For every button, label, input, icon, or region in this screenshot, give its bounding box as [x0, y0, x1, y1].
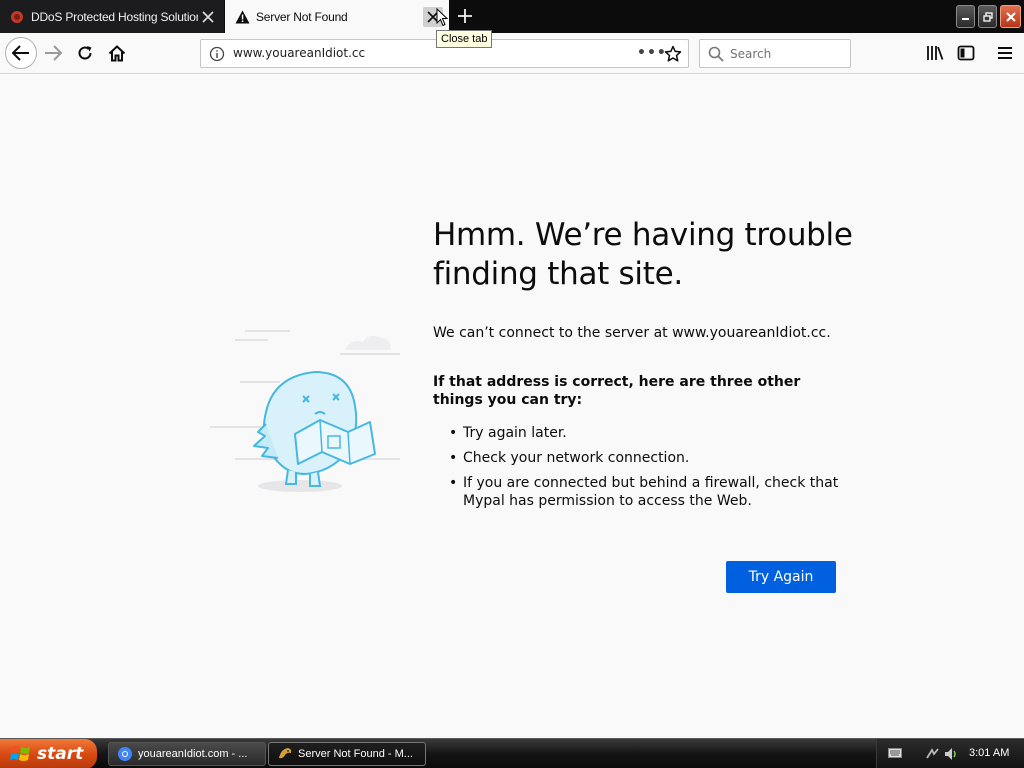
minimize-icon [962, 18, 969, 20]
clock: 3:01 AM [969, 747, 1010, 759]
reload-button[interactable] [70, 38, 100, 68]
close-icon [1005, 11, 1016, 22]
error-hint: If that address is correct, here are thr… [433, 374, 801, 408]
sidebar-button[interactable] [951, 38, 981, 68]
taskbar: start youareanIdiot.com - ... Server Not… [0, 738, 1024, 768]
hamburger-menu-icon [998, 47, 1012, 59]
close-tab-tooltip: Close tab [436, 30, 493, 48]
search-bar[interactable] [699, 39, 851, 68]
taskbar-item-chrome[interactable]: youareanIdiot.com - ... [108, 742, 266, 766]
taskbar-item-label: youareanIdiot.com - ... [138, 748, 248, 760]
sidebar-icon [957, 45, 975, 61]
list-item: If you are connected but behind a firewa… [449, 474, 839, 510]
plus-icon [458, 9, 472, 23]
shield-icon [9, 9, 25, 25]
network-icon[interactable] [925, 746, 941, 762]
chrome-icon [118, 747, 132, 761]
start-label: start [37, 744, 84, 764]
arrow-right-icon [45, 45, 62, 61]
suggestion-list: Try again later. Check your network conn… [449, 424, 839, 517]
home-icon [108, 44, 126, 61]
mypal-icon [279, 748, 292, 759]
start-button[interactable]: start [0, 739, 97, 768]
url-text[interactable]: www.youareanIdiot.cc [233, 46, 365, 60]
list-item: Check your network connection. [449, 449, 839, 467]
page-actions-icon[interactable]: ••• [637, 42, 666, 66]
back-button[interactable] [5, 37, 37, 69]
error-title: Hmm. We’re having trouble finding that s… [433, 217, 853, 292]
search-input[interactable] [730, 45, 840, 63]
system-tray: 3:01 AM [876, 739, 1024, 768]
info-icon[interactable] [209, 46, 225, 62]
tab-server-not-found[interactable]: Server Not Found [225, 0, 449, 33]
library-icon [927, 46, 944, 60]
minimize-button[interactable] [956, 5, 975, 28]
tab-strip: DDoS Protected Hosting Solutions Server … [0, 0, 1024, 33]
close-window-button[interactable] [1000, 5, 1021, 28]
tab-title: Server Not Found [256, 9, 348, 24]
mouse-cursor-icon [436, 8, 448, 27]
tab-title: DDoS Protected Hosting Solutions [31, 9, 198, 24]
restore-button[interactable] [978, 5, 997, 28]
library-button[interactable] [920, 38, 950, 68]
taskbar-item-mypal[interactable]: Server Not Found - M... [268, 742, 426, 766]
dinosaur-map-illustration [210, 330, 400, 492]
tab-ddos-hosting[interactable]: DDoS Protected Hosting Solutions [0, 0, 224, 33]
keyboard-icon[interactable] [888, 747, 902, 759]
error-description: We can’t connect to the server at www.yo… [433, 325, 831, 341]
taskbar-item-label: Server Not Found - M... [298, 748, 413, 760]
reload-icon [78, 46, 92, 60]
bookmark-star-icon[interactable] [664, 45, 682, 63]
home-button[interactable] [102, 38, 132, 68]
arrow-left-icon [12, 45, 29, 61]
error-page: Hmm. We’re having trouble finding that s… [0, 74, 1024, 738]
volume-icon[interactable] [943, 746, 959, 762]
menu-button[interactable] [990, 38, 1020, 68]
windows-logo-icon [10, 746, 30, 761]
navigation-toolbar: www.youareanIdiot.cc ••• [0, 33, 1024, 74]
warning-icon [234, 9, 250, 25]
restore-icon [982, 11, 993, 22]
new-tab-button[interactable] [453, 5, 477, 27]
close-tab-icon[interactable] [198, 7, 218, 27]
list-item: Try again later. [449, 424, 839, 442]
try-again-button[interactable]: Try Again [726, 561, 836, 593]
forward-button[interactable] [38, 38, 68, 68]
search-icon [708, 46, 724, 62]
